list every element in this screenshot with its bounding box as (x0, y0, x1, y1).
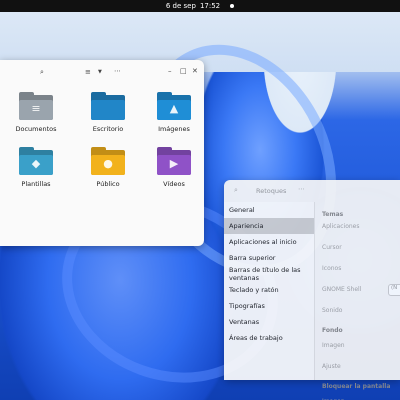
sidebar-item[interactable]: Barra superior (224, 250, 314, 266)
pictures-folder-icon: ▲ (157, 92, 191, 120)
folder-label: Escritorio (92, 125, 124, 133)
folder-item[interactable]: ● Público (72, 147, 144, 188)
search-icon[interactable]: ⌕ (234, 187, 238, 194)
sidebar-item[interactable]: Teclado y ratón (224, 282, 314, 298)
folder-item[interactable]: ≡ Documentos (0, 92, 72, 133)
folder-label: Documentos (15, 125, 57, 133)
desktop-folder-icon (91, 92, 125, 120)
section-title-bloquear: Bloquear la pantalla (322, 382, 391, 390)
row-iconos[interactable]: Iconos (322, 258, 400, 279)
folder-label: Público (96, 180, 120, 188)
list-view-icon[interactable]: ≡ (85, 69, 91, 76)
gnome-shell-label: GNOME Shell (322, 286, 362, 293)
file-manager-window: ⌕ ≡ ▼ ⋯ – □ ✕ ≡ Documentos Escritorio ▲ Imág… (0, 60, 204, 246)
row-cursor[interactable]: Cursor (322, 237, 400, 258)
sidebar-item[interactable]: Apariencia (224, 218, 314, 234)
gnome-shell-combo[interactable]: (N (388, 283, 400, 296)
row-imagen-bloqueo[interactable]: Imagen (322, 391, 400, 400)
documents-folder-icon: ≡ (19, 92, 53, 120)
window-title: Retoques (256, 187, 287, 195)
folder-item[interactable]: ◆ Plantillas (0, 147, 72, 188)
tweaks-window: ⌕ Retoques ⋯ General Apariencia Aplicacion… (224, 180, 400, 400)
folder-label: Imágenes (158, 125, 190, 133)
sidebar-item[interactable]: Barras de título de las ventanas (224, 266, 314, 282)
date-label[interactable]: 6 de sep (166, 2, 196, 10)
folder-label: Plantillas (21, 180, 51, 188)
minimize-icon[interactable]: – (168, 68, 172, 75)
templates-folder-icon: ◆ (19, 147, 53, 175)
row-imagen[interactable]: Imagen (322, 335, 400, 356)
sidebar-item[interactable]: Aplicaciones al inicio (224, 234, 314, 250)
folder-item[interactable]: ▶ Vídeos (144, 147, 204, 188)
notification-dot-icon (230, 4, 235, 8)
section-title-fondo: Fondo (322, 326, 343, 334)
row-gnome-shell[interactable]: GNOME Shell (N (322, 279, 400, 300)
appearance-panel: Temas Aplicaciones Cursor Iconos GNOME S… (322, 202, 400, 400)
chevron-down-icon[interactable]: ▼ (98, 70, 102, 75)
close-icon[interactable]: ✕ (192, 68, 198, 75)
row-ajuste[interactable]: Ajuste (322, 356, 400, 377)
tweaks-header: ⌕ Retoques ⋯ (224, 180, 400, 200)
row-sonido[interactable]: Sonido (322, 300, 400, 321)
sidebar-item[interactable]: Ventanas (224, 314, 314, 330)
folder-label: Vídeos (163, 180, 185, 188)
sidebar-item[interactable]: Tipografías (224, 298, 314, 314)
more-options-icon[interactable]: ⋯ (114, 68, 121, 75)
top-bar: 6 de sep 17:52 (0, 0, 400, 12)
folder-item[interactable]: ▲ Imágenes (144, 92, 204, 133)
sidebar-item[interactable]: Áreas de trabajo (224, 330, 314, 346)
file-manager-header: ⌕ ≡ ▼ ⋯ – □ ✕ (0, 60, 204, 86)
search-icon[interactable]: ⌕ (40, 69, 44, 76)
sidebar-item[interactable]: General (224, 202, 314, 218)
row-aplicaciones[interactable]: Aplicaciones (322, 216, 400, 237)
maximize-icon[interactable]: □ (180, 68, 187, 75)
videos-folder-icon: ▶ (157, 147, 191, 175)
public-folder-icon: ● (91, 147, 125, 175)
folder-item[interactable]: Escritorio (72, 92, 144, 133)
tweaks-sidebar: General Apariencia Aplicaciones al inicio B… (224, 202, 315, 380)
more-options-icon[interactable]: ⋯ (298, 186, 305, 193)
section-title-temas: Temas (322, 210, 344, 218)
folder-grid: ≡ Documentos Escritorio ▲ Imágenes ◆ Plantilla… (0, 92, 204, 188)
time-label[interactable]: 17:52 (200, 2, 220, 10)
